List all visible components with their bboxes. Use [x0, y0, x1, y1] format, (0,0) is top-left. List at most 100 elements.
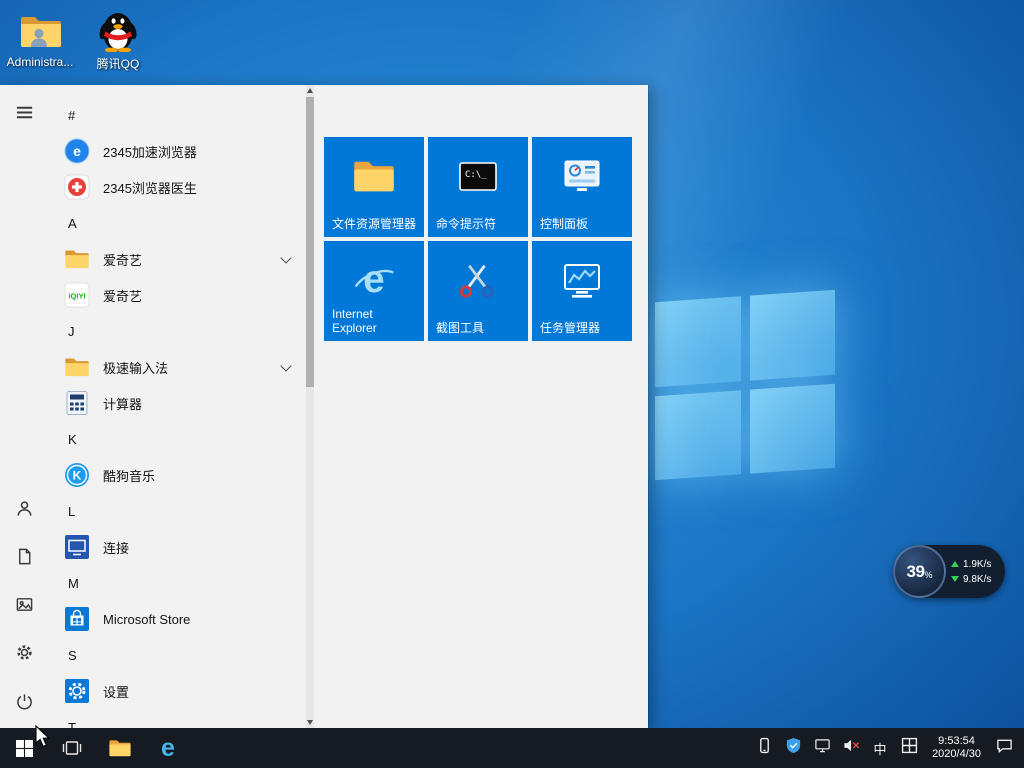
qq-penguin-icon [96, 8, 140, 53]
clock-date: 2020/4/30 [932, 748, 981, 760]
app-item-label: Microsoft Store [103, 611, 191, 627]
network-speeds: 1.9K/s 9.8K/s [946, 559, 1005, 585]
scroll-down-arrow-icon[interactable] [307, 720, 313, 725]
section-letter: K [68, 431, 77, 447]
app-item-calculator[interactable]: 计算器 [48, 385, 304, 421]
folder-icon [108, 738, 132, 758]
scroll-up-arrow-icon[interactable] [307, 88, 313, 93]
svg-text:e: e [363, 258, 384, 301]
folder-icon [64, 246, 90, 272]
file-explorer-icon [324, 151, 424, 201]
tray-security-button[interactable] [783, 728, 803, 768]
expand-menu-button[interactable] [0, 91, 48, 139]
task-manager-icon [532, 255, 632, 305]
tile-internet-explorer[interactable]: e Internet Explorer [324, 241, 424, 341]
calculator-icon [64, 390, 90, 416]
tile-label: 命令提示符 [436, 217, 497, 231]
windows-logo-wallpaper [655, 289, 835, 481]
tile-label: 任务管理器 [540, 321, 601, 335]
internet-explorer-icon: e [324, 255, 424, 305]
chevron-down-icon[interactable] [280, 360, 292, 372]
section-header-t[interactable]: T [48, 709, 304, 729]
tile-task-manager[interactable]: 任务管理器 [532, 241, 632, 341]
app-item-2345-browser[interactable]: e 2345加速浏览器 [48, 133, 304, 169]
section-header-k[interactable]: K [48, 421, 304, 457]
tray-phone-button[interactable] [754, 728, 774, 768]
desktop-icon-administrator[interactable]: Administra... [4, 8, 76, 69]
user-folder-icon [18, 8, 62, 52]
section-letter: M [68, 575, 79, 591]
download-speed-row: 9.8K/s [951, 574, 1005, 585]
section-header-s[interactable]: S [48, 637, 304, 673]
app-item-microsoft-store[interactable]: Microsoft Store [48, 601, 304, 637]
app-item-kugou-music[interactable]: K 酷狗音乐 [48, 457, 304, 493]
ime-language-indicator[interactable]: 中 [870, 739, 890, 758]
start-menu-app-list: # e 2345加速浏览器 2345浏览器医生 A 爱奇艺 iQIYI 爱奇艺 … [48, 85, 304, 728]
action-center-button[interactable] [994, 728, 1014, 768]
windows-logo-pane [655, 389, 741, 481]
control-panel-icon [532, 151, 632, 201]
command-prompt-icon: C:\_ [428, 151, 528, 201]
upload-arrow-icon [951, 561, 959, 567]
settings-tile-icon [64, 678, 90, 704]
speed-monitor-widget[interactable]: 39 % 1.9K/s 9.8K/s [893, 545, 1005, 598]
section-header-m[interactable]: M [48, 565, 304, 601]
folder-icon [64, 354, 90, 380]
section-letter: L [68, 503, 76, 519]
app-item-2345-doctor[interactable]: 2345浏览器医生 [48, 169, 304, 205]
svg-text:iQIYI: iQIYI [68, 292, 85, 301]
usage-percent-unit: % [924, 570, 933, 580]
section-header-hash[interactable]: # [48, 97, 304, 133]
phone-icon [756, 737, 773, 759]
task-view-button[interactable] [48, 728, 96, 768]
ime-mode-button[interactable] [899, 728, 919, 768]
app-item-settings[interactable]: 设置 [48, 673, 304, 709]
section-header-a[interactable]: A [48, 205, 304, 241]
desktop-icon-tencent-qq[interactable]: 腾讯QQ [82, 8, 154, 72]
documents-button[interactable] [0, 535, 48, 583]
2345-doctor-icon [64, 174, 90, 200]
tile-command-prompt[interactable]: C:\_ 命令提示符 [428, 137, 528, 237]
tile-file-explorer[interactable]: 文件资源管理器 [324, 137, 424, 237]
svg-text:K: K [73, 469, 82, 483]
settings-button[interactable] [0, 631, 48, 679]
app-item-connect[interactable]: 连接 [48, 529, 304, 565]
chevron-down-icon[interactable] [280, 252, 292, 264]
tile-snipping-tool[interactable]: 截图工具 [428, 241, 528, 341]
user-account-button[interactable] [0, 487, 48, 535]
windows-logo-pane [655, 296, 741, 387]
memory-usage-ball[interactable]: 39 % [893, 545, 946, 598]
start-menu-rail [0, 85, 48, 728]
app-group-jisu-ime[interactable]: 极速输入法 [48, 349, 304, 385]
kugou-icon: K [64, 462, 90, 488]
section-header-l[interactable]: L [48, 493, 304, 529]
windows-logo-pane [749, 289, 835, 381]
scrollbar-thumb[interactable] [306, 97, 314, 387]
taskbar-file-explorer-button[interactable] [96, 728, 144, 768]
tray-network-button[interactable] [812, 728, 832, 768]
app-item-label: 爱奇艺 [103, 252, 143, 268]
desktop-icon-label: Administra... [6, 55, 74, 69]
pictures-button[interactable] [0, 583, 48, 631]
power-icon [15, 692, 34, 716]
start-menu-tiles: 文件资源管理器 C:\_ 命令提示符 控制面板 e Internet Explo… [324, 137, 632, 341]
taskbar-browser-button[interactable]: e [144, 728, 192, 768]
upload-speed-value: 1.9K/s [963, 558, 992, 570]
network-icon [814, 737, 831, 759]
app-group-iqiyi[interactable]: 爱奇艺 [48, 241, 304, 277]
start-button[interactable] [0, 728, 48, 768]
volume-muted-icon [843, 737, 860, 759]
app-item-iqiyi[interactable]: iQIYI 爱奇艺 [48, 277, 304, 313]
upload-speed-row: 1.9K/s [951, 559, 1005, 570]
power-button[interactable] [0, 680, 48, 728]
section-header-j[interactable]: J [48, 313, 304, 349]
tray-volume-button[interactable] [841, 728, 861, 768]
app-list-scrollbar[interactable] [306, 85, 314, 728]
action-center-icon [996, 737, 1013, 759]
system-tray: 中 9:53:54 2020/4/30 [754, 728, 1024, 768]
tile-control-panel[interactable]: 控制面板 [532, 137, 632, 237]
taskbar-clock[interactable]: 9:53:54 2020/4/30 [928, 735, 985, 761]
download-speed-value: 9.8K/s [963, 573, 992, 585]
start-menu: # e 2345加速浏览器 2345浏览器医生 A 爱奇艺 iQIYI 爱奇艺 … [0, 85, 648, 728]
hamburger-icon [15, 103, 34, 127]
